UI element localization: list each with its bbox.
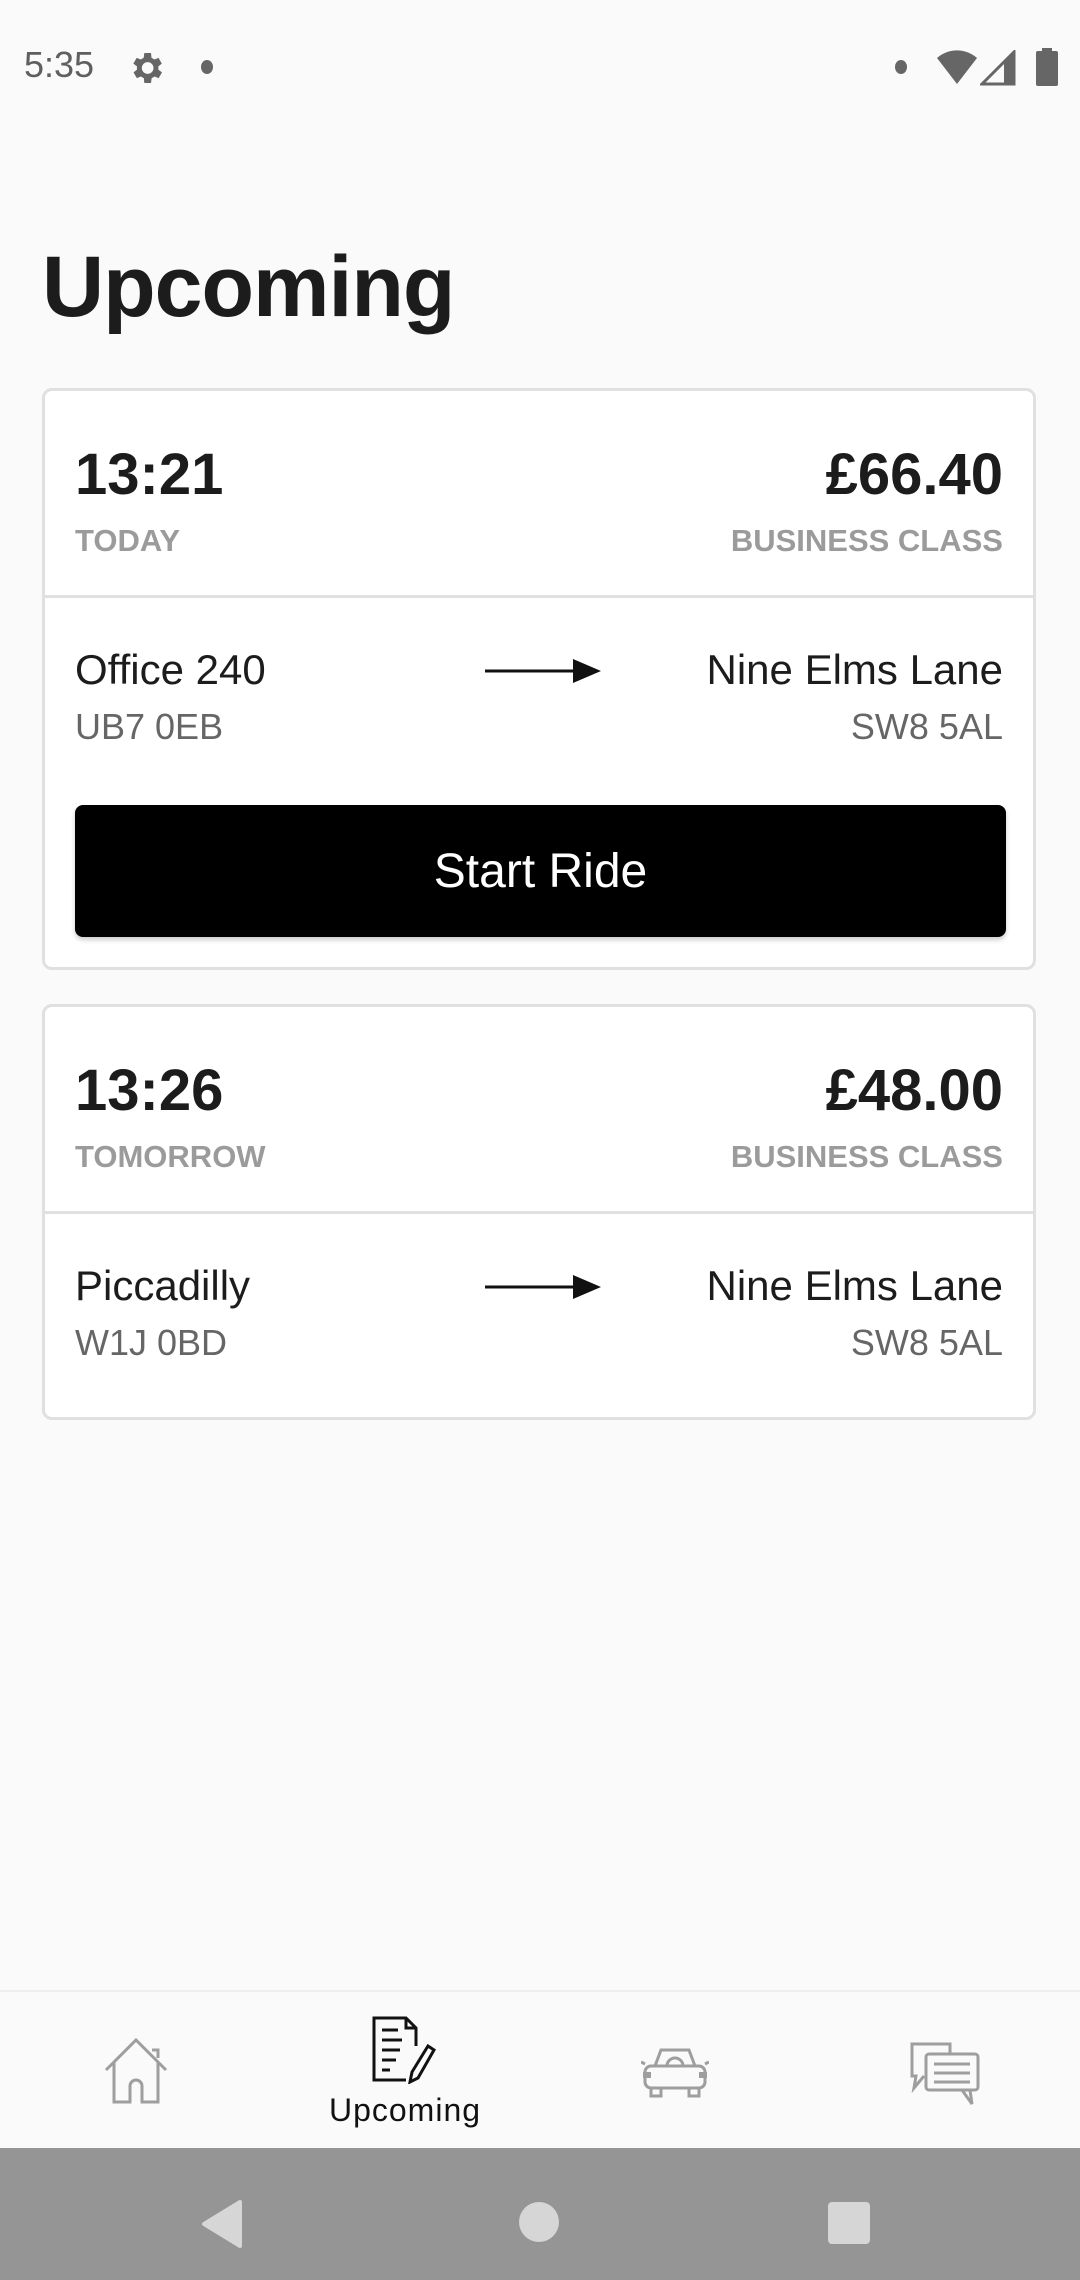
bottom-nav: Upcoming (0, 1990, 1080, 2148)
dropoff-postcode: SW8 5AL (850, 706, 1003, 747)
ride-card-header: 13:21 TODAY £66.40 BUSINESS CLASS (45, 391, 1033, 598)
ride-card-header: 13:26 TOMORROW £48.00 BUSINESS CLASS (45, 1007, 1033, 1214)
nav-label: Upcoming (328, 2092, 482, 2128)
document-edit-icon (372, 2016, 436, 2084)
status-bar: 5:35 (0, 0, 1080, 136)
ride-day: TODAY (75, 523, 181, 558)
dropoff-postcode: SW8 5AL (850, 1322, 1003, 1363)
ride-route: Office 240 UB7 0EB Nine Elms Lane SW8 5A… (45, 598, 1033, 758)
back-icon[interactable] (200, 2200, 246, 2248)
start-ride-button[interactable]: Start Ride (75, 805, 1006, 937)
ride-route: Piccadilly W1J 0BD Nine Elms Lane SW8 5A… (45, 1214, 1033, 1374)
chat-icon (910, 2042, 980, 2105)
signal-icon (980, 50, 1016, 86)
ride-time: 13:21 (75, 442, 224, 507)
nav-item-rides[interactable] (540, 1992, 810, 2148)
dropoff-name: Nine Elms Lane (706, 1262, 1003, 1309)
nav-item-messages[interactable] (810, 1992, 1080, 2148)
gear-icon (133, 53, 162, 83)
home-icon (104, 2038, 168, 2104)
pickup-name: Piccadilly (75, 1262, 251, 1309)
notification-dot-icon (895, 60, 907, 74)
dropoff-name: Nine Elms Lane (706, 646, 1003, 693)
pickup-postcode: UB7 0EB (75, 706, 224, 747)
car-icon (641, 2048, 709, 2098)
ride-card[interactable]: 13:21 TODAY £66.40 BUSINESS CLASS Office… (42, 388, 1036, 970)
ride-class: BUSINESS CLASS (730, 1139, 1003, 1174)
system-nav-bar (0, 2148, 1080, 2280)
ride-price: £66.40 (825, 442, 1003, 507)
notification-dot-icon (201, 60, 213, 74)
pickup-name: Office 240 (75, 646, 266, 693)
page-title: Upcoming (42, 239, 455, 335)
ride-class: BUSINESS CLASS (730, 523, 1003, 558)
ride-day: TOMORROW (75, 1139, 266, 1174)
nav-item-home[interactable] (0, 1992, 270, 2148)
status-time: 5:35 (24, 44, 95, 85)
recents-icon[interactable] (828, 2202, 870, 2244)
ride-price: £48.00 (825, 1058, 1003, 1123)
home-button-icon[interactable] (519, 2202, 559, 2242)
nav-item-upcoming[interactable]: Upcoming (270, 1992, 540, 2148)
arrow-right-icon (485, 1275, 601, 1299)
battery-icon (1036, 48, 1058, 86)
ride-time: 13:26 (75, 1058, 224, 1123)
wifi-icon (937, 50, 977, 84)
arrow-right-icon (485, 659, 601, 683)
ride-card[interactable]: 13:26 TOMORROW £48.00 BUSINESS CLASS Pic… (42, 1004, 1036, 1420)
pickup-postcode: W1J 0BD (75, 1322, 228, 1363)
